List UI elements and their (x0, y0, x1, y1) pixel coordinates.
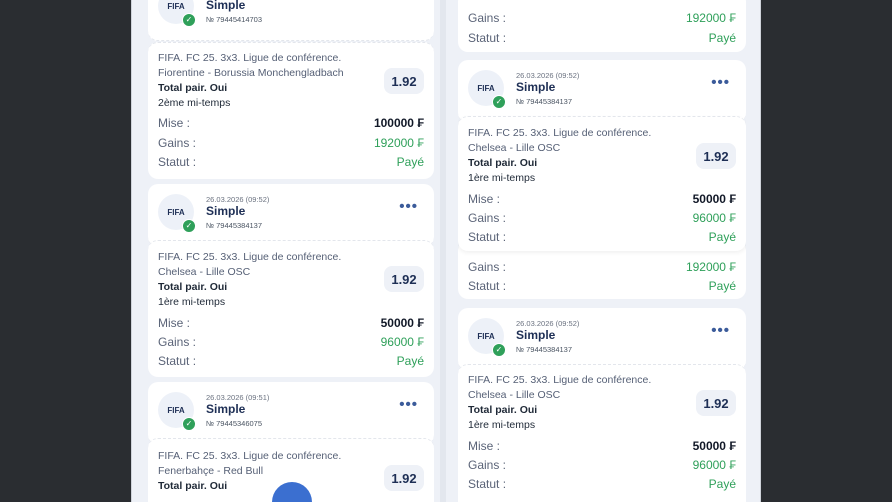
paid-check-icon: ✓ (492, 95, 506, 109)
bet-card-body[interactable]: FIFA. FC 25. 3x3. Ligue de conférence. F… (148, 42, 434, 179)
bet-date: 26.03.2026 (09:52) (206, 195, 270, 204)
status-value: Payé (708, 31, 736, 45)
winnings-label: Gains : (468, 260, 507, 274)
match-name: Chelsea - Lille OSC (468, 389, 561, 401)
odds-badge: 1.92 (384, 465, 424, 491)
bet-date: 26.03.2026 (09:51) (206, 393, 270, 402)
bet-date: 26.03.2026 (09:52) (516, 71, 580, 80)
status-value: Payé (396, 155, 424, 169)
bet-card-header[interactable]: FIFA ✓ 26.03.2026 (09:51) Simple № 79445… (148, 382, 434, 445)
status-value: Payé (396, 354, 424, 368)
bet-card-header[interactable]: FIFA ✓ 26.03.2026 (09:52) Simple № 79445… (458, 60, 746, 123)
paid-check-icon: ✓ (182, 219, 196, 233)
stake-label: Mise : (468, 439, 501, 453)
event-title: FIFA. FC 25. 3x3. Ligue de conférence. (468, 127, 652, 139)
stake-value: 50000 ₣ (692, 439, 736, 453)
bet-type: Simple (206, 0, 246, 12)
status-value: Payé (708, 230, 736, 244)
stake-value: 50000 ₣ (692, 192, 736, 206)
bet-card-body[interactable]: FIFA. FC 25. 3x3. Ligue de conférence. C… (458, 116, 746, 251)
paid-check-icon: ✓ (182, 13, 196, 27)
bet-number: № 79445384137 (516, 345, 573, 354)
bet-period: 2ème mi-temps (158, 97, 231, 109)
more-options-icon[interactable]: ••• (711, 322, 730, 339)
winnings-value: 192000 ₣ (685, 260, 736, 274)
stake-label: Mise : (468, 192, 501, 206)
status-value: Payé (708, 477, 736, 491)
left-column: FIFA ✓ Simple № 79445414703 FIFA. FC 25.… (148, 0, 434, 502)
winnings-label: Gains : (158, 136, 197, 150)
odds-badge: 1.92 (696, 143, 736, 169)
status-label: Statut : (468, 230, 507, 244)
status-value: Payé (708, 279, 736, 293)
match-name: Chelsea - Lille OSC (158, 266, 251, 278)
right-column: Gains : 192000 ₣ Statut : Payé Gains : 1… (458, 0, 746, 502)
paid-check-icon: ✓ (182, 417, 196, 431)
status-label: Statut : (468, 279, 507, 293)
event-title: FIFA. FC 25. 3x3. Ligue de conférence. (468, 374, 652, 386)
bet-card-body[interactable]: Gains : 192000 ₣ Statut : Payé (458, 0, 746, 52)
winnings-value: 192000 ₣ (685, 11, 736, 25)
stake-label: Mise : (158, 116, 191, 130)
status-label: Statut : (468, 477, 507, 491)
event-title: FIFA. FC 25. 3x3. Ligue de conférence. (158, 450, 342, 462)
winnings-label: Gains : (158, 335, 197, 349)
winnings-label: Gains : (468, 11, 507, 25)
winnings-value: 96000 ₣ (692, 458, 736, 472)
bet-period: 1ère mi-temps (468, 172, 536, 184)
status-label: Statut : (158, 155, 197, 169)
winnings-label: Gains : (468, 458, 507, 472)
bet-card-header[interactable]: FIFA ✓ Simple № 79445414703 (148, 0, 434, 41)
match-name: Fiorentine - Borussia Monchengladbach (158, 67, 344, 79)
bet-card-body[interactable]: FIFA. FC 25. 3x3. Ligue de conférence. C… (458, 364, 746, 502)
bet-selection: Total pair. Oui (468, 404, 538, 416)
bet-number: № 79445384137 (516, 97, 573, 106)
odds-badge: 1.92 (696, 390, 736, 416)
bet-selection: Total pair. Oui (468, 157, 538, 169)
bet-card-body[interactable]: FIFA. FC 25. 3x3. Ligue de conférence. C… (148, 240, 434, 377)
winnings-label: Gains : (468, 211, 507, 225)
stake-value: 100000 ₣ (373, 116, 424, 130)
stake-label: Mise : (158, 316, 191, 330)
odds-badge: 1.92 (384, 266, 424, 292)
bet-selection: Total pair. Oui (158, 281, 228, 293)
stake-value: 50000 ₣ (380, 316, 424, 330)
bet-type: Simple (206, 204, 246, 218)
bet-number: № 79445414703 (206, 15, 263, 24)
more-options-icon[interactable]: ••• (399, 198, 418, 215)
bet-selection: Total pair. Oui (158, 480, 228, 492)
odds-badge: 1.92 (384, 68, 424, 94)
bet-type: Simple (516, 80, 556, 94)
column-divider (440, 0, 446, 502)
winnings-value: 96000 ₣ (380, 335, 424, 349)
bet-type: Simple (206, 402, 246, 416)
winnings-value: 192000 ₣ (373, 136, 424, 150)
more-options-icon[interactable]: ••• (711, 74, 730, 91)
paid-check-icon: ✓ (492, 343, 506, 357)
status-label: Statut : (158, 354, 197, 368)
winnings-value: 96000 ₣ (692, 211, 736, 225)
match-name: Fenerbahçe - Red Bull (158, 465, 264, 477)
bet-card-header[interactable]: FIFA ✓ 26.03.2026 (09:52) Simple № 79445… (458, 308, 746, 371)
bet-number: № 79445346075 (206, 419, 263, 428)
screenshot-screen: FIFA ✓ Simple № 79445414703 FIFA. FC 25.… (132, 0, 760, 502)
bet-selection: Total pair. Oui (158, 82, 228, 94)
bet-card-header[interactable]: FIFA ✓ 26.03.2026 (09:52) Simple № 79445… (148, 184, 434, 247)
bet-type: Simple (516, 328, 556, 342)
event-title: FIFA. FC 25. 3x3. Ligue de conférence. (158, 251, 342, 263)
status-label: Statut : (468, 31, 507, 45)
match-name: Chelsea - Lille OSC (468, 142, 561, 154)
bet-date: 26.03.2026 (09:52) (516, 319, 580, 328)
more-options-icon[interactable]: ••• (399, 396, 418, 413)
bet-period: 1ère mi-temps (468, 419, 536, 431)
bet-number: № 79445384137 (206, 221, 263, 230)
bet-period: 1ère mi-temps (158, 296, 226, 308)
event-title: FIFA. FC 25. 3x3. Ligue de conférence. (158, 52, 342, 64)
